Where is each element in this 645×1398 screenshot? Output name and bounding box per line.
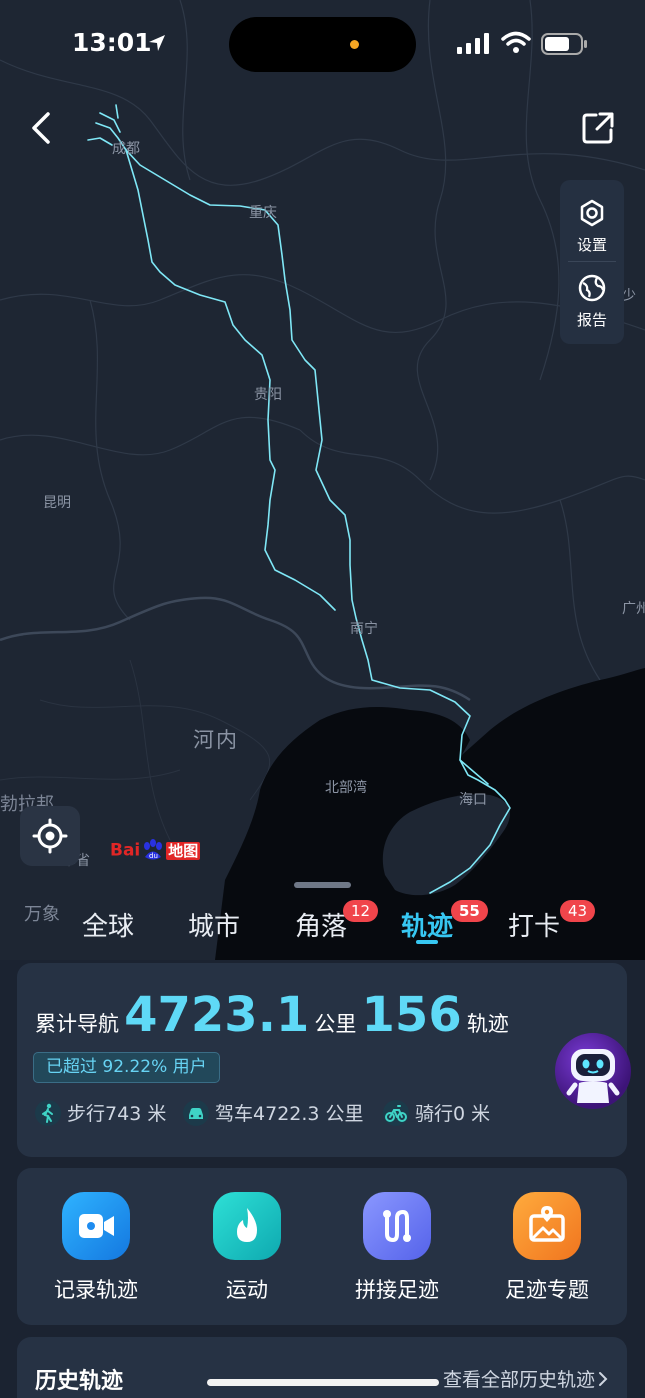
settings-button[interactable]: 设置 [560,198,624,255]
stitch-footprint-button[interactable]: 拼接足迹 [337,1192,457,1304]
mode-value: 0 米 [453,1103,491,1125]
tab-badge: 12 [343,900,379,922]
globe-icon [578,274,606,302]
locate-button[interactable] [20,806,80,866]
baidu-logo-suffix: 地图 [166,841,201,860]
chevron-right-icon [599,1372,608,1386]
action-label: 记录轨迹 [54,1278,138,1302]
track-count: 156 [361,987,462,1043]
battery-icon [541,33,587,55]
crosshair-icon [32,818,68,854]
action-label: 拼接足迹 [355,1278,439,1302]
baidu-map-logo: Bai du 地图 [110,838,201,868]
sport-button[interactable]: 运动 [187,1192,307,1304]
mode-value: 4722.3 公里 [253,1103,364,1125]
view-all-history-link[interactable]: 查看全部历史轨迹 [443,1365,609,1392]
rank-badge: 已超过 92.22% 用户 [33,1052,220,1083]
action-label: 运动 [226,1278,268,1302]
sheet-drag-handle[interactable] [294,882,351,888]
track-unit: 轨迹 [466,1012,509,1036]
report-button[interactable]: 报告 [560,273,624,330]
svg-text:du: du [149,852,158,860]
tab-corner[interactable]: 角落 12 [295,900,379,943]
tab-badge: 43 [560,900,596,922]
baidu-paw-icon: du [144,839,163,860]
history-card: 历史轨迹 查看全部历史轨迹 [17,1337,627,1398]
map-view[interactable]: 成都 重庆 贵阳 昆明 南宁 河内 北部湾 海口 广州 少 万象 勃拉邦 本省 [0,0,645,960]
gear-icon [580,199,604,227]
mode-car: 驾车4722.3 公里 [183,1099,364,1128]
total-distance: 4723.1 [124,987,310,1043]
mode-name: 驾车 [215,1103,254,1125]
tab-label: 打卡 [508,912,561,942]
chevron-left-icon [32,112,50,144]
quick-actions-card: 记录轨迹 运动 拼接足迹 足迹专题 [17,1168,627,1325]
walk-icon [35,1099,61,1126]
tab-global[interactable]: 全球 [82,906,134,943]
map-label-kunming: 昆明 [43,495,71,511]
signal-icon [457,33,489,54]
share-button[interactable] [578,108,618,148]
record-track-button[interactable]: 记录轨迹 [36,1192,156,1304]
settings-label: 设置 [576,236,607,254]
map-label-edge: 少 [622,288,636,304]
action-label: 足迹专题 [505,1278,589,1302]
privacy-indicator [350,40,359,49]
tab-checkin[interactable]: 打卡 43 [508,900,596,943]
mode-name: 骑行 [415,1103,454,1125]
active-tab-indicator [416,940,438,944]
flame-icon [213,1192,281,1260]
robot-icon [566,1049,620,1103]
history-title: 历史轨迹 [35,1369,124,1394]
map-label-chengdu: 成都 [112,141,140,157]
tab-badge: 55 [451,900,488,922]
view-all-label: 查看全部历史轨迹 [442,1369,595,1391]
map-label-hanoi: 河内 [193,728,239,752]
map-label-nanning: 南宁 [350,621,378,637]
stats-card: 累计导航 4723.1 公里 156 轨迹 已超过 92.22% 用户 步行74… [17,963,627,1157]
back-button[interactable] [24,108,60,148]
tab-city[interactable]: 城市 [188,906,240,943]
tab-tracks[interactable]: 轨迹 55 [401,900,488,943]
map-canvas [0,0,645,960]
route-connect-icon [363,1192,431,1260]
map-label-chongqing: 重庆 [249,205,277,221]
baidu-logo-brand: Bai [110,840,141,861]
distance-unit: 公里 [314,1012,357,1036]
nav-label: 累计导航 [35,1012,119,1036]
tab-bar: 全球 城市 角落 12 轨迹 55 打卡 43 [0,898,645,948]
map-label-guiyang: 贵阳 [254,387,282,403]
tab-label: 轨迹 [401,912,454,942]
report-label: 报告 [576,311,607,329]
car-icon [183,1099,209,1126]
dynamic-island [229,17,416,72]
mode-value: 743 米 [105,1103,167,1125]
robot-assistant-button[interactable] [555,1033,631,1109]
home-indicator [207,1379,439,1386]
bike-icon [383,1099,409,1126]
mode-walk: 步行743 米 [35,1099,166,1128]
map-label-gulf: 北部湾 [325,780,367,796]
side-panel-divider [568,261,616,262]
wifi-icon [501,31,531,53]
video-record-icon [62,1192,130,1260]
tab-label: 角落 [295,912,348,942]
share-icon [582,112,614,144]
map-label-guangzhou: 广州 [622,601,645,617]
mode-bike: 骑行0 米 [383,1099,490,1128]
status-bar: 13:01 [0,0,645,90]
mode-name: 步行 [67,1103,106,1125]
stats-summary: 累计导航 4723.1 公里 156 轨迹 [35,987,509,1047]
map-label-haikou: 海口 [459,792,487,808]
map-photo-icon [513,1192,581,1260]
tab-label: 城市 [188,912,241,942]
tab-label: 全球 [82,912,135,942]
location-arrow-icon [149,35,165,51]
status-time: 13:01 [72,28,152,57]
footprint-topic-button[interactable]: 足迹专题 [487,1192,607,1304]
map-side-panel: 设置 报告 [560,180,624,344]
